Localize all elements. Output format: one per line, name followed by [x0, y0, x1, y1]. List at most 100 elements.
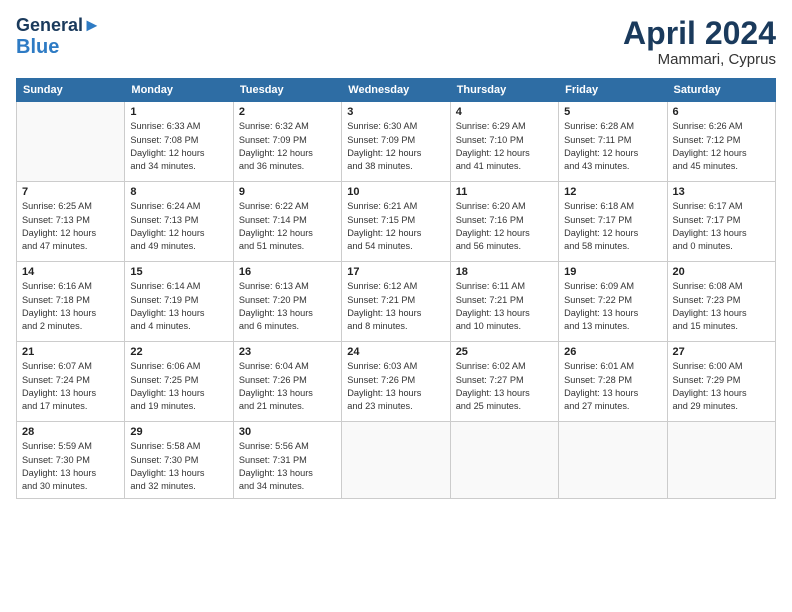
table-row: 15 Sunrise: 6:14 AM Sunset: 7:19 PM Dayli…	[125, 262, 233, 342]
day-info: Sunrise: 6:29 AM Sunset: 7:10 PM Dayligh…	[456, 120, 553, 173]
table-row	[17, 102, 125, 182]
day-info: Sunrise: 6:16 AM Sunset: 7:18 PM Dayligh…	[22, 280, 119, 333]
table-row: 27Sunrise: 6:00 AM Sunset: 7:29 PM Dayli…	[667, 342, 775, 422]
day-number: 11	[456, 186, 553, 198]
day-info: Sunrise: 6:02 AM Sunset: 7:27 PM Dayligh…	[456, 360, 553, 413]
table-row: 25 Sunrise: 6:02 AM Sunset: 7:27 PM Dayli…	[450, 342, 558, 422]
day-number: 10	[347, 186, 444, 198]
day-number: 24	[347, 346, 444, 358]
table-row: 16 Sunrise: 6:13 AM Sunset: 7:20 PM Dayli…	[233, 262, 341, 342]
day-number: 21	[22, 346, 119, 358]
day-info: Sunrise: 6:25 AM Sunset: 7:13 PM Dayligh…	[22, 200, 119, 253]
table-row: 13 Sunrise: 6:17 AM Sunset: 7:17 PM Dayli…	[667, 182, 775, 262]
day-info: Sunrise: 6:20 AM Sunset: 7:16 PM Dayligh…	[456, 200, 553, 253]
day-info: Sunrise: 6:01 AM Sunset: 7:28 PM Dayligh…	[564, 360, 661, 413]
logo-blue: Blue	[16, 36, 101, 58]
day-info: Sunrise: 6:12 AM Sunset: 7:21 PM Dayligh…	[347, 280, 444, 333]
table-row: 17 Sunrise: 6:12 AM Sunset: 7:21 PM Dayli…	[342, 262, 450, 342]
table-row: 21 Sunrise: 6:07 AM Sunset: 7:24 PM Dayli…	[17, 342, 125, 422]
day-info: Sunrise: 6:14 AM Sunset: 7:19 PM Dayligh…	[130, 280, 227, 333]
calendar-week-1: 1Sunrise: 6:33 AM Sunset: 7:08 PM Daylig…	[17, 102, 776, 182]
table-row	[342, 422, 450, 498]
table-row: 22Sunrise: 6:06 AM Sunset: 7:25 PM Dayli…	[125, 342, 233, 422]
table-row	[667, 422, 775, 498]
calendar-week-3: 14 Sunrise: 6:16 AM Sunset: 7:18 PM Dayli…	[17, 262, 776, 342]
calendar-week-5: 28Sunrise: 5:59 AM Sunset: 7:30 PM Dayli…	[17, 422, 776, 498]
day-number: 8	[130, 186, 227, 198]
day-info: Sunrise: 6:13 AM Sunset: 7:20 PM Dayligh…	[239, 280, 336, 333]
day-number: 25	[456, 346, 553, 358]
day-number: 4	[456, 106, 553, 118]
day-number: 2	[239, 106, 336, 118]
logo-text: General►	[16, 16, 101, 36]
table-row: 7 Sunrise: 6:25 AM Sunset: 7:13 PM Daylig…	[17, 182, 125, 262]
day-info: Sunrise: 6:33 AM Sunset: 7:08 PM Dayligh…	[130, 120, 227, 173]
table-row: 5 Sunrise: 6:28 AM Sunset: 7:11 PM Daylig…	[559, 102, 667, 182]
day-info: Sunrise: 6:04 AM Sunset: 7:26 PM Dayligh…	[239, 360, 336, 413]
day-info: Sunrise: 6:28 AM Sunset: 7:11 PM Dayligh…	[564, 120, 661, 173]
day-number: 5	[564, 106, 661, 118]
day-number: 14	[22, 266, 119, 278]
table-row: 4 Sunrise: 6:29 AM Sunset: 7:10 PM Daylig…	[450, 102, 558, 182]
day-number: 9	[239, 186, 336, 198]
calendar-week-4: 21 Sunrise: 6:07 AM Sunset: 7:24 PM Dayli…	[17, 342, 776, 422]
weekday-header-row: Sunday Monday Tuesday Wednesday Thursday…	[17, 79, 776, 102]
header-tuesday: Tuesday	[233, 79, 341, 102]
header-thursday: Thursday	[450, 79, 558, 102]
header-wednesday: Wednesday	[342, 79, 450, 102]
day-number: 17	[347, 266, 444, 278]
day-info: Sunrise: 6:22 AM Sunset: 7:14 PM Dayligh…	[239, 200, 336, 253]
day-number: 15	[130, 266, 227, 278]
logo: General► Blue	[16, 16, 101, 58]
day-number: 23	[239, 346, 336, 358]
day-info: Sunrise: 6:21 AM Sunset: 7:15 PM Dayligh…	[347, 200, 444, 253]
table-row: 1Sunrise: 6:33 AM Sunset: 7:08 PM Daylig…	[125, 102, 233, 182]
day-number: 29	[130, 426, 227, 438]
day-info: Sunrise: 6:07 AM Sunset: 7:24 PM Dayligh…	[22, 360, 119, 413]
day-info: Sunrise: 6:30 AM Sunset: 7:09 PM Dayligh…	[347, 120, 444, 173]
header-friday: Friday	[559, 79, 667, 102]
table-row: 6Sunrise: 6:26 AM Sunset: 7:12 PM Daylig…	[667, 102, 775, 182]
header-monday: Monday	[125, 79, 233, 102]
location-title: Mammari, Cyprus	[623, 51, 776, 68]
day-number: 7	[22, 186, 119, 198]
day-info: Sunrise: 6:18 AM Sunset: 7:17 PM Dayligh…	[564, 200, 661, 253]
day-number: 20	[673, 266, 770, 278]
day-number: 16	[239, 266, 336, 278]
table-row: 3 Sunrise: 6:30 AM Sunset: 7:09 PM Daylig…	[342, 102, 450, 182]
table-row: 9 Sunrise: 6:22 AM Sunset: 7:14 PM Daylig…	[233, 182, 341, 262]
day-number: 18	[456, 266, 553, 278]
day-info: Sunrise: 6:03 AM Sunset: 7:26 PM Dayligh…	[347, 360, 444, 413]
day-info: Sunrise: 5:56 AM Sunset: 7:31 PM Dayligh…	[239, 440, 336, 493]
table-row: 14 Sunrise: 6:16 AM Sunset: 7:18 PM Dayli…	[17, 262, 125, 342]
day-info: Sunrise: 5:58 AM Sunset: 7:30 PM Dayligh…	[130, 440, 227, 493]
day-number: 30	[239, 426, 336, 438]
table-row: 28Sunrise: 5:59 AM Sunset: 7:30 PM Dayli…	[17, 422, 125, 498]
day-info: Sunrise: 6:32 AM Sunset: 7:09 PM Dayligh…	[239, 120, 336, 173]
table-row: 20 Sunrise: 6:08 AM Sunset: 7:23 PM Dayli…	[667, 262, 775, 342]
day-number: 13	[673, 186, 770, 198]
table-row	[450, 422, 558, 498]
table-row: 19Sunrise: 6:09 AM Sunset: 7:22 PM Dayli…	[559, 262, 667, 342]
table-row: 18Sunrise: 6:11 AM Sunset: 7:21 PM Dayli…	[450, 262, 558, 342]
table-row: 12 Sunrise: 6:18 AM Sunset: 7:17 PM Dayli…	[559, 182, 667, 262]
table-row: 26Sunrise: 6:01 AM Sunset: 7:28 PM Dayli…	[559, 342, 667, 422]
day-info: Sunrise: 6:26 AM Sunset: 7:12 PM Dayligh…	[673, 120, 770, 173]
table-row: 2 Sunrise: 6:32 AM Sunset: 7:09 PM Daylig…	[233, 102, 341, 182]
day-number: 28	[22, 426, 119, 438]
month-title: April 2024	[623, 16, 776, 51]
day-info: Sunrise: 6:06 AM Sunset: 7:25 PM Dayligh…	[130, 360, 227, 413]
page: General► Blue April 2024 Mammari, Cyprus…	[0, 0, 792, 612]
day-info: Sunrise: 6:17 AM Sunset: 7:17 PM Dayligh…	[673, 200, 770, 253]
table-row: 8Sunrise: 6:24 AM Sunset: 7:13 PM Daylig…	[125, 182, 233, 262]
table-row: 24 Sunrise: 6:03 AM Sunset: 7:26 PM Dayli…	[342, 342, 450, 422]
header: General► Blue April 2024 Mammari, Cyprus	[16, 16, 776, 68]
title-block: April 2024 Mammari, Cyprus	[623, 16, 776, 68]
day-info: Sunrise: 6:00 AM Sunset: 7:29 PM Dayligh…	[673, 360, 770, 413]
day-number: 3	[347, 106, 444, 118]
day-info: Sunrise: 6:08 AM Sunset: 7:23 PM Dayligh…	[673, 280, 770, 333]
header-sunday: Sunday	[17, 79, 125, 102]
table-row: 29 Sunrise: 5:58 AM Sunset: 7:30 PM Dayli…	[125, 422, 233, 498]
day-number: 12	[564, 186, 661, 198]
table-row: 10 Sunrise: 6:21 AM Sunset: 7:15 PM Dayli…	[342, 182, 450, 262]
